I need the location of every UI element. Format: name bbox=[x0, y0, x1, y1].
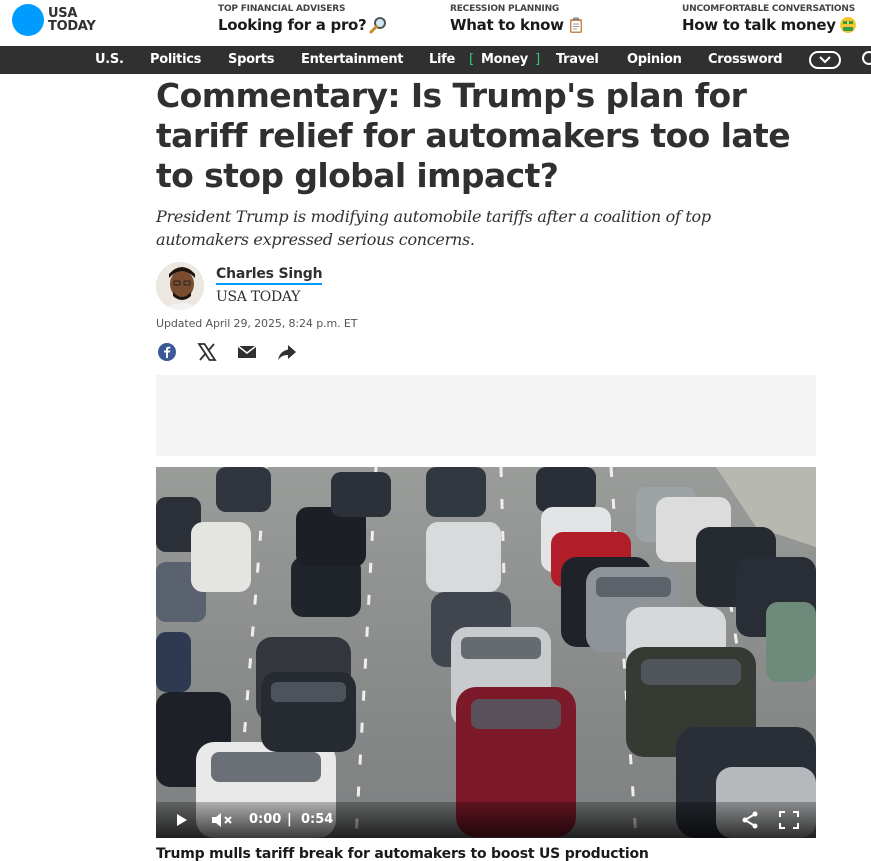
video-player[interactable]: 0:00 | 0:54 bbox=[156, 467, 816, 838]
ad-placeholder bbox=[156, 375, 816, 456]
nav-item-entertainment[interactable]: Entertainment bbox=[301, 46, 404, 74]
logo-dot bbox=[12, 4, 44, 36]
video-thumbnail-traffic bbox=[156, 467, 816, 838]
promo-financial-advisers[interactable]: TOP FINANCIAL ADVISERS Looking for a pro… bbox=[218, 3, 387, 35]
volume-muted-icon[interactable] bbox=[210, 810, 234, 830]
magnifying-glass-emoji-icon bbox=[369, 17, 387, 34]
promo-kicker: TOP FINANCIAL ADVISERS bbox=[218, 4, 346, 14]
search-icon[interactable] bbox=[862, 51, 871, 65]
nav-item-crossword[interactable]: Crossword bbox=[708, 46, 783, 74]
fullscreen-icon[interactable] bbox=[778, 810, 800, 830]
play-glyph bbox=[177, 814, 187, 826]
updated-timestamp: Updated April 29, 2025, 8:24 p.m. ET bbox=[156, 317, 358, 330]
usa-today-logo[interactable]: USA TODAY bbox=[12, 4, 96, 36]
nav-item-travel[interactable]: Travel bbox=[556, 46, 599, 74]
email-icon[interactable] bbox=[236, 342, 258, 362]
play-icon[interactable] bbox=[174, 810, 190, 830]
author-name-link[interactable]: Charles Singh bbox=[216, 265, 323, 285]
share-arrow-glyph bbox=[278, 345, 296, 360]
video-controls: 0:00 | 0:54 bbox=[156, 802, 816, 838]
nav-item-money[interactable]: [ Money ] bbox=[469, 46, 540, 74]
x-icon[interactable] bbox=[196, 342, 218, 362]
video-share-icon[interactable] bbox=[739, 810, 761, 830]
author-outlet: USA TODAY bbox=[216, 289, 301, 305]
top-promo-bar: USA TODAY TOP FINANCIAL ADVISERS Looking… bbox=[0, 0, 871, 46]
chevron-down-icon bbox=[819, 56, 831, 64]
author-avatar[interactable] bbox=[156, 262, 204, 310]
nav-item-sports[interactable]: Sports bbox=[228, 46, 274, 74]
article-title: Commentary: Is Trump's plan for tariff r… bbox=[156, 76, 791, 195]
video-time-separator: | bbox=[287, 812, 292, 827]
fullscreen-glyph bbox=[779, 811, 799, 829]
x-glyph bbox=[197, 343, 217, 361]
promo-uncomfortable-conversations[interactable]: UNCOMFORTABLE CONVERSATIONS How to talk … bbox=[682, 3, 857, 35]
nav-active-bracket-open: [ bbox=[469, 52, 474, 67]
promo-kicker: RECESSION PLANNING bbox=[450, 4, 560, 14]
promo-recession-planning[interactable]: RECESSION PLANNING What to know bbox=[450, 3, 585, 35]
clipboard-emoji-icon bbox=[569, 17, 582, 33]
video-share-glyph bbox=[742, 811, 758, 829]
promo-headline: What to know bbox=[450, 16, 564, 34]
email-glyph bbox=[237, 345, 257, 358]
promo-headline: How to talk money bbox=[682, 16, 836, 34]
video-caption[interactable]: Trump mulls tariff break for automakers … bbox=[156, 846, 649, 861]
share-arrow-icon[interactable] bbox=[276, 342, 298, 362]
video-current-time: 0:00 bbox=[249, 812, 282, 827]
author-photo bbox=[156, 262, 204, 310]
nav-active-bracket-close: ] bbox=[535, 52, 540, 67]
main-nav: U.S. Politics Sports Entertainment Life … bbox=[0, 46, 871, 74]
nav-item-politics[interactable]: Politics bbox=[150, 46, 201, 74]
video-duration: 0:54 bbox=[301, 812, 334, 827]
volume-muted-glyph bbox=[212, 813, 232, 827]
money-mouth-face-emoji-icon bbox=[839, 17, 856, 33]
article-dek: President Trump is modifying automobile … bbox=[156, 207, 711, 249]
nav-item-us[interactable]: U.S. bbox=[95, 46, 124, 74]
nav-item-life[interactable]: Life bbox=[429, 46, 455, 74]
nav-item-opinion[interactable]: Opinion bbox=[627, 46, 682, 74]
promo-kicker: UNCOMFORTABLE CONVERSATIONS bbox=[682, 4, 855, 14]
nav-item-money-label: Money bbox=[481, 52, 528, 67]
nav-more-button[interactable] bbox=[809, 51, 841, 69]
facebook-icon[interactable] bbox=[156, 342, 178, 362]
facebook-glyph bbox=[158, 343, 176, 361]
promo-headline: Looking for a pro? bbox=[218, 16, 367, 34]
logo-line-2: TODAY bbox=[48, 19, 96, 34]
